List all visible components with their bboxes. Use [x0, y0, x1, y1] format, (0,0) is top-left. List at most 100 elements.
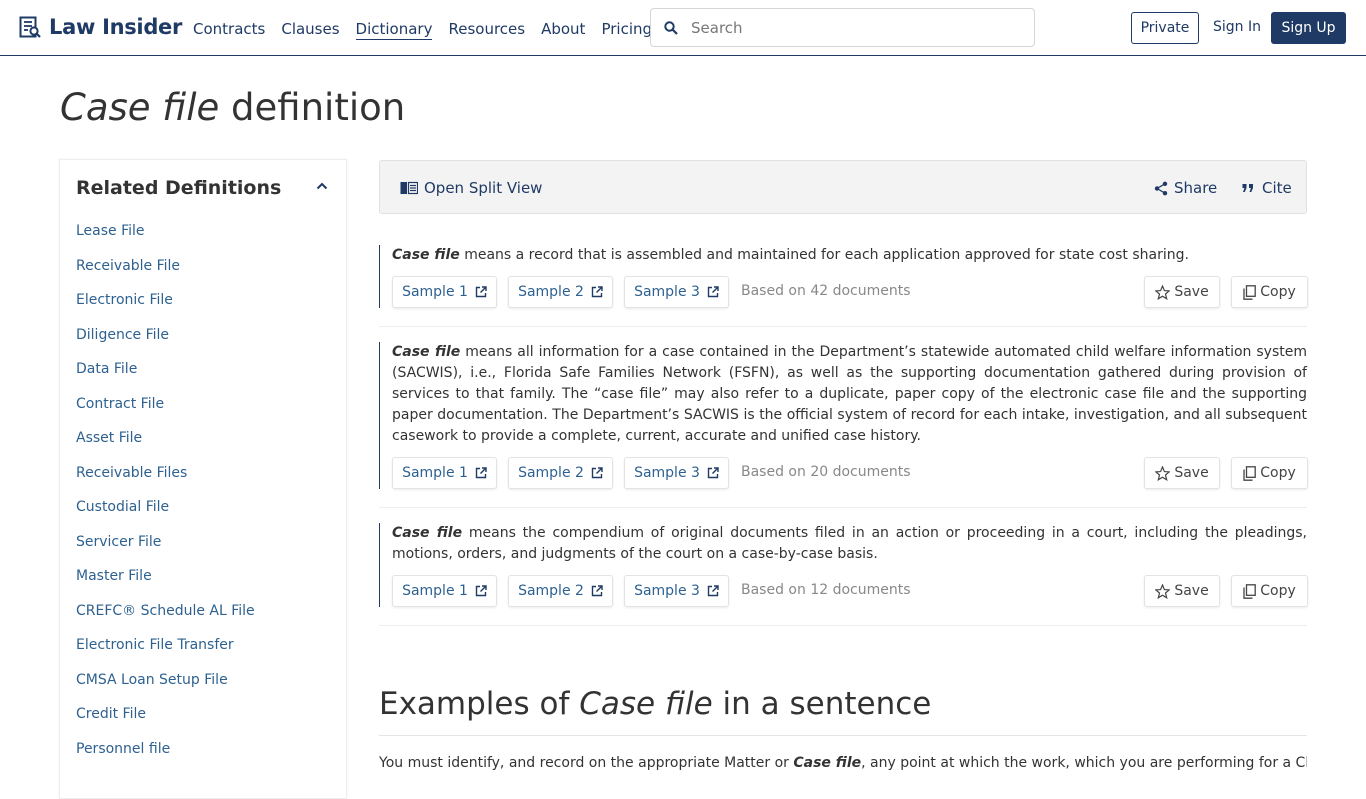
sample-1-button[interactable]: Sample 1: [392, 575, 497, 607]
chevron-up-icon[interactable]: [316, 182, 328, 190]
open-split-view-label: Open Split View: [424, 179, 543, 197]
based-on-count: Based on 42 documents: [741, 283, 911, 299]
example-term: Case file: [793, 755, 862, 771]
related-definition-link[interactable]: Asset File: [76, 429, 255, 464]
related-definition-link[interactable]: Custodial File: [76, 498, 255, 533]
definition-item: Case file means a record that is assembl…: [379, 230, 1308, 327]
related-definition-link[interactable]: CREFC® Schedule AL File: [76, 602, 255, 637]
related-definition-link[interactable]: Receivable Files: [76, 464, 255, 499]
page-title-suffix: definition: [219, 86, 406, 129]
example-sentence: You must identify, and record on the app…: [379, 755, 1307, 771]
private-button[interactable]: Private: [1131, 12, 1199, 44]
copy-icon: [1243, 284, 1257, 300]
nav-contracts[interactable]: Contracts: [193, 20, 265, 40]
related-definition-link[interactable]: Credit File: [76, 705, 255, 740]
based-on-count: Based on 20 documents: [741, 464, 911, 480]
definition-item: Case file means the compendium of origin…: [379, 508, 1308, 626]
sample-3-button[interactable]: Sample 3: [624, 457, 729, 489]
law-insider-logo-icon: [19, 16, 41, 38]
search-box[interactable]: [650, 8, 1035, 47]
search-icon: [664, 20, 678, 35]
sample-2-button[interactable]: Sample 2: [508, 276, 613, 308]
site-header: Law Insider Contracts Clauses Dictionary…: [0, 0, 1366, 56]
examples-heading-term: Case file: [579, 686, 713, 722]
related-definition-link[interactable]: Electronic File: [76, 291, 255, 326]
sign-up-button[interactable]: Sign Up: [1271, 12, 1346, 44]
page-title-term: Case file: [60, 86, 220, 129]
copy-button[interactable]: Copy: [1231, 457, 1308, 489]
related-definitions-panel: Related Definitions Lease File Receivabl…: [59, 159, 347, 799]
divider: [379, 735, 1307, 736]
page-title: Case file definition: [60, 86, 405, 129]
star-icon: [1155, 465, 1171, 481]
save-button[interactable]: Save: [1144, 457, 1220, 489]
related-definition-link[interactable]: CMSA Loan Setup File: [76, 671, 255, 706]
brand-logo[interactable]: Law Insider: [19, 15, 182, 39]
star-icon: [1155, 284, 1171, 300]
external-link-icon: [591, 286, 603, 298]
sample-1-button[interactable]: Sample 1: [392, 457, 497, 489]
sample-1-button[interactable]: Sample 1: [392, 276, 497, 308]
related-definitions-heading: Related Definitions: [76, 177, 282, 199]
related-definition-link[interactable]: Diligence File: [76, 326, 255, 361]
sample-3-button[interactable]: Sample 3: [624, 276, 729, 308]
external-link-icon: [475, 585, 487, 597]
related-definition-link[interactable]: Lease File: [76, 222, 255, 257]
definition-term: Case file: [392, 344, 461, 360]
related-definition-link[interactable]: Receivable File: [76, 257, 255, 292]
definition-actions: Sample 1 Sample 2 Sample 3 Based on 12 d…: [392, 575, 1308, 607]
save-button[interactable]: Save: [1144, 575, 1220, 607]
share-button[interactable]: Share: [1154, 179, 1217, 197]
definition-text: Case file means a record that is assembl…: [392, 247, 1189, 263]
search-input[interactable]: [691, 18, 1011, 37]
save-button[interactable]: Save: [1144, 276, 1220, 308]
quote-icon: [1242, 184, 1253, 192]
external-link-icon: [707, 467, 719, 479]
nav-clauses[interactable]: Clauses: [281, 20, 339, 40]
share-label: Share: [1174, 179, 1218, 197]
open-split-view-button[interactable]: Open Split View: [400, 179, 542, 197]
related-definitions-list: Lease File Receivable File Electronic Fi…: [76, 222, 255, 774]
external-link-icon: [591, 585, 603, 597]
definitions-list: Case file means a record that is assembl…: [379, 230, 1308, 626]
examples-heading: Examples of Case file in a sentence: [379, 686, 932, 722]
external-link-icon: [591, 467, 603, 479]
related-definition-link[interactable]: Personnel file: [76, 740, 255, 775]
main-nav: Contracts Clauses Dictionary Resources A…: [193, 20, 668, 40]
external-link-icon: [707, 585, 719, 597]
related-definition-link[interactable]: Servicer File: [76, 533, 255, 568]
share-icon: [1154, 181, 1168, 195]
based-on-count: Based on 12 documents: [741, 582, 911, 598]
star-icon: [1155, 583, 1171, 599]
brand-name: Law Insider: [49, 15, 183, 39]
definition-actions: Sample 1 Sample 2 Sample 3 Based on 42 d…: [392, 276, 1308, 308]
cite-label: Cite: [1262, 179, 1292, 197]
definition-text: Case file means all information for a ca…: [392, 344, 1307, 444]
definition-item: Case file means all information for a ca…: [379, 327, 1308, 508]
definition-actions: Sample 1 Sample 2 Sample 3 Based on 20 d…: [392, 457, 1308, 489]
copy-icon: [1243, 465, 1257, 481]
nav-about[interactable]: About: [541, 20, 585, 40]
nav-dictionary[interactable]: Dictionary: [355, 20, 433, 40]
related-definition-link[interactable]: Master File: [76, 567, 255, 602]
sample-2-button[interactable]: Sample 2: [508, 575, 613, 607]
copy-button[interactable]: Copy: [1231, 575, 1308, 607]
nav-resources[interactable]: Resources: [448, 20, 525, 40]
related-definition-link[interactable]: Data File: [76, 360, 255, 395]
definition-term: Case file: [392, 525, 463, 541]
definition-toolbar: Open Split View Share Cite: [379, 160, 1307, 214]
external-link-icon: [475, 286, 487, 298]
related-definition-link[interactable]: Electronic File Transfer: [76, 636, 255, 671]
definition-text: Case file means the compendium of origin…: [392, 525, 1307, 562]
sample-2-button[interactable]: Sample 2: [508, 457, 613, 489]
external-link-icon: [707, 286, 719, 298]
nav-pricing[interactable]: Pricing: [601, 20, 652, 40]
sign-in-link[interactable]: Sign In: [1213, 19, 1261, 35]
external-link-icon: [475, 467, 487, 479]
definition-term: Case file: [392, 247, 460, 263]
cite-button[interactable]: Cite: [1242, 179, 1292, 197]
copy-button[interactable]: Copy: [1231, 276, 1308, 308]
related-definition-link[interactable]: Contract File: [76, 395, 255, 430]
copy-icon: [1243, 583, 1257, 599]
sample-3-button[interactable]: Sample 3: [624, 575, 729, 607]
